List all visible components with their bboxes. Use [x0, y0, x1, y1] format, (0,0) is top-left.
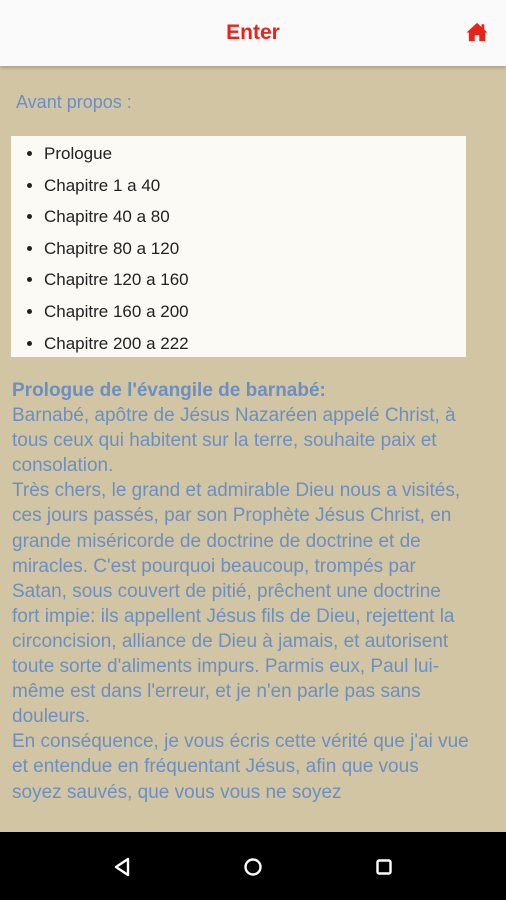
content-area[interactable]: Avant propos : Prologue Chapitre 1 a 40 …: [0, 66, 506, 832]
app-title: Enter: [226, 21, 280, 44]
menu-item-label[interactable]: Chapitre 80 a 120: [44, 239, 179, 258]
recents-square-icon[interactable]: [369, 852, 399, 882]
system-nav-bar: [0, 832, 506, 900]
home-icon[interactable]: [466, 22, 488, 42]
menu-item-label[interactable]: Chapitre 160 a 200: [44, 302, 189, 321]
prologue-paragraph: En conséquence, je vous écris cette véri…: [12, 731, 469, 803]
prologue-paragraph: Barnabé, apôtre de Jésus Nazaréen appelé…: [12, 405, 456, 477]
menu-item-chapitre-80-120[interactable]: Chapitre 80 a 120: [44, 233, 466, 265]
menu-item-label[interactable]: Chapitre 1 a 40: [44, 176, 160, 195]
back-triangle-icon[interactable]: [108, 852, 138, 882]
menu-item-chapitre-40-80[interactable]: Chapitre 40 a 80: [44, 201, 466, 233]
menu-item-label[interactable]: Prologue: [44, 144, 112, 163]
prologue-paragraph: Très chers, le grand et admirable Dieu n…: [12, 480, 461, 728]
menu-item-label[interactable]: Chapitre 40 a 80: [44, 207, 170, 226]
menu-item-chapitre-120-160[interactable]: Chapitre 120 a 160: [44, 264, 466, 296]
prologue-heading: Prologue de l'évangile de barnabé:: [12, 380, 326, 401]
home-circle-icon[interactable]: [238, 852, 268, 882]
menu-item-label[interactable]: Chapitre 120 a 160: [44, 270, 189, 289]
menu-item-chapitre-160-200[interactable]: Chapitre 160 a 200: [44, 296, 466, 328]
app-bar: Enter: [0, 0, 506, 66]
avant-propos-label: Avant propos :: [16, 92, 132, 112]
chapter-menu: Prologue Chapitre 1 a 40 Chapitre 40 a 8…: [11, 136, 466, 357]
menu-item-label[interactable]: Chapitre 200 a 222: [44, 334, 189, 353]
menu-item-prologue[interactable]: Prologue: [44, 138, 466, 170]
prologue-text: Prologue de l'évangile de barnabé: Barna…: [12, 378, 470, 805]
menu-item-chapitre-1-40[interactable]: Chapitre 1 a 40: [44, 170, 466, 202]
menu-item-chapitre-200-222[interactable]: Chapitre 200 a 222: [44, 328, 466, 360]
